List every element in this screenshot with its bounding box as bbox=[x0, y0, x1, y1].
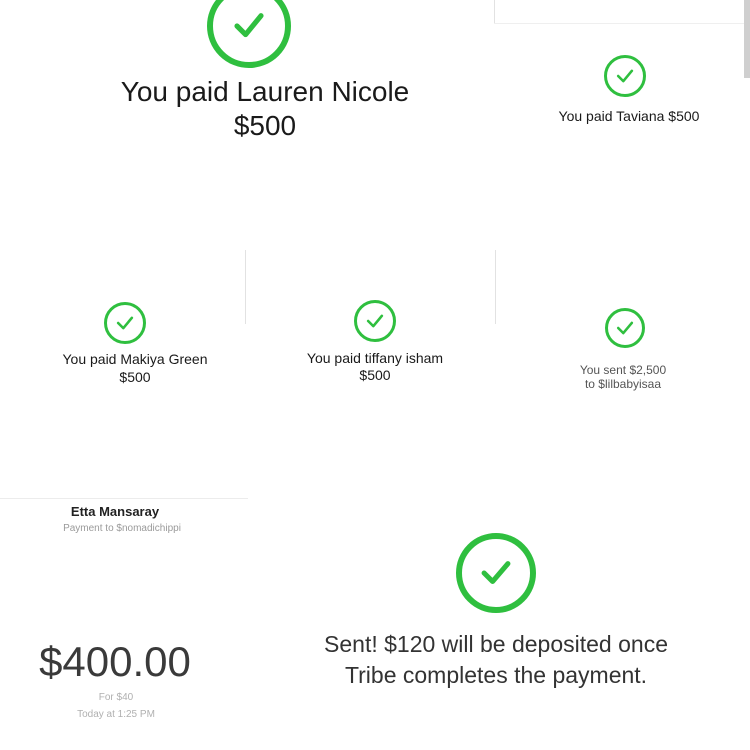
sent-message-line2: Tribe completes the payment. bbox=[344, 662, 648, 688]
payment-card: Etta Mansaray Payment to $nomadichippi $… bbox=[0, 500, 250, 750]
receipt-title: You paid Makiya Green bbox=[62, 351, 208, 367]
receipt-title: You paid Taviana $500 bbox=[558, 108, 700, 124]
receipt-subtitle: to $lilbabyisaa bbox=[584, 377, 662, 391]
sent-confirmation: Sent! $120 will be deposited once Tribe … bbox=[250, 500, 750, 750]
payment-subtitle: Payment to $nomadichippi bbox=[63, 523, 181, 534]
check-circle-icon bbox=[104, 302, 146, 344]
payment-for: For $40 bbox=[98, 692, 134, 703]
receipt-amount: $500 bbox=[233, 110, 297, 141]
panel-divider bbox=[0, 498, 248, 499]
check-circle-icon bbox=[354, 300, 396, 342]
receipt-makiya: You paid Makiya Green $500 bbox=[0, 300, 250, 400]
check-circle-icon bbox=[456, 533, 536, 613]
panel-divider bbox=[494, 0, 495, 24]
check-circle-icon bbox=[604, 55, 646, 97]
check-circle-icon bbox=[605, 308, 645, 348]
sent-message-line1: Sent! $120 will be deposited once bbox=[324, 631, 668, 657]
receipt-lauren: You paid Lauren Nicole $500 bbox=[0, 0, 490, 240]
check-circle-icon bbox=[207, 0, 291, 68]
payment-time: Today at 1:25 PM bbox=[77, 709, 155, 720]
payee-name: Etta Mansaray bbox=[70, 504, 160, 519]
receipt-title: You paid tiffany isham bbox=[306, 350, 444, 366]
receipt-amount: $500 bbox=[119, 369, 151, 385]
receipt-title: You sent $2,500 bbox=[579, 363, 667, 377]
receipt-title: You paid Lauren Nicole bbox=[120, 76, 410, 107]
panel-divider bbox=[494, 23, 744, 24]
payment-amount: $400.00 bbox=[39, 638, 191, 685]
receipt-tiffany: You paid tiffany isham $500 bbox=[250, 300, 500, 400]
receipt-taviana: You paid Taviana $500 bbox=[500, 50, 750, 150]
receipt-amount: $500 bbox=[359, 367, 391, 383]
receipt-lilbabyisaa: You sent $2,500 to $lilbabyisaa bbox=[500, 300, 750, 400]
